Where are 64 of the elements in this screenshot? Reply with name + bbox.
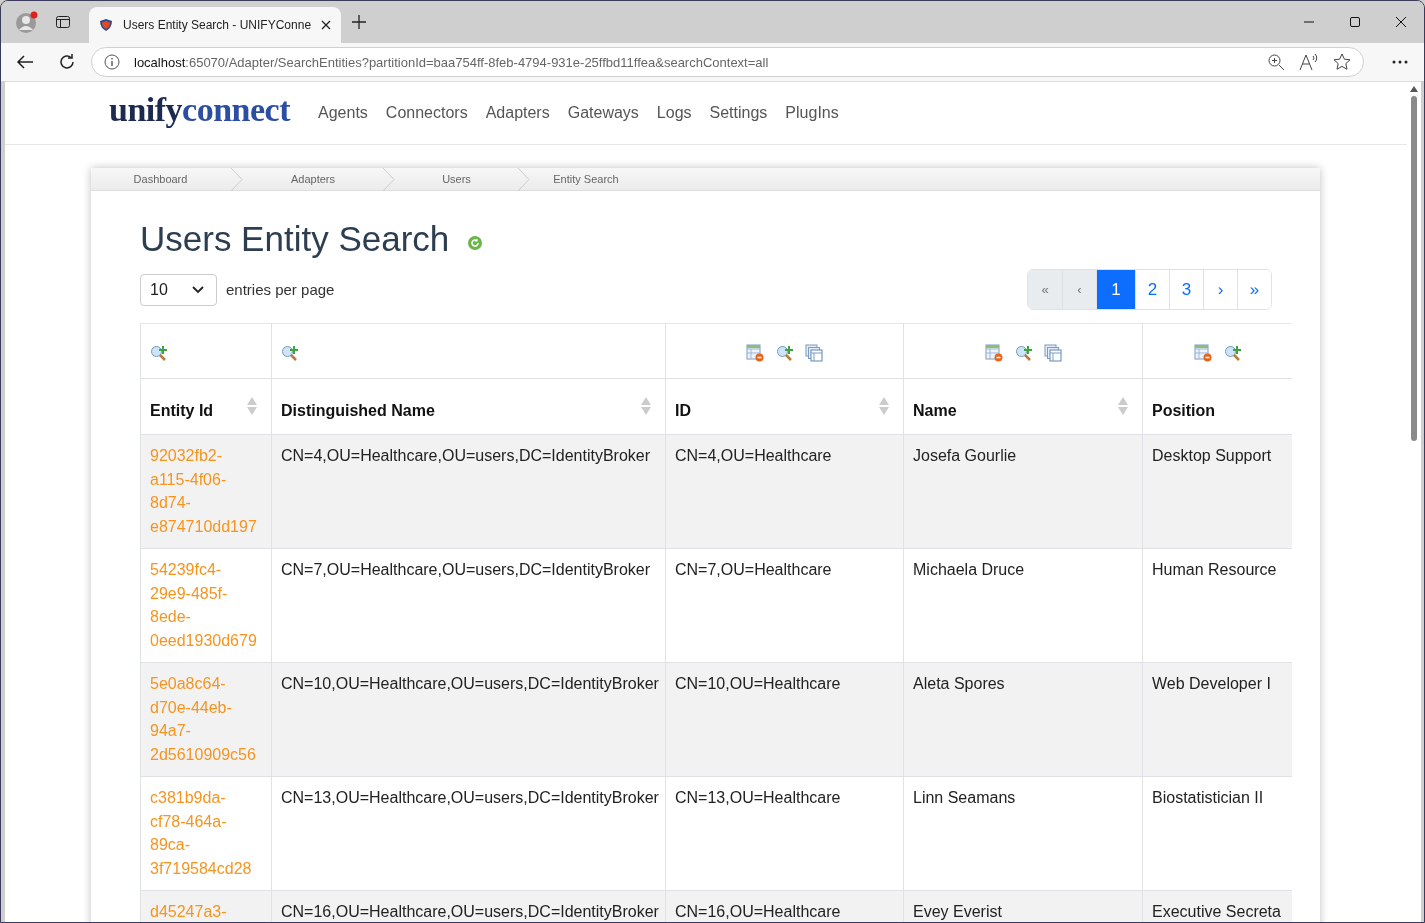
page-button[interactable]: » (1237, 270, 1271, 309)
table-cell: CN=13,OU=Healthcare (665, 776, 904, 891)
breadcrumb-link[interactable]: Entity Search (531, 168, 641, 190)
page-size-select[interactable]: 10 (140, 273, 217, 306)
table-cell: CN=7,OU=Healthcare (665, 548, 904, 663)
breadcrumb-link[interactable]: Users (396, 168, 517, 190)
scroll-up-icon[interactable] (1410, 86, 1418, 92)
close-icon[interactable] (321, 20, 332, 30)
chevron-separator-icon (382, 168, 396, 191)
page-size-label: entries per page (226, 281, 335, 298)
table-cell: CN=4,OU=Healthcare (665, 434, 904, 549)
copy-icon[interactable] (805, 344, 823, 362)
chevron-down-icon (192, 285, 204, 294)
column-header[interactable]: Entity Id (140, 378, 272, 435)
search-plus-icon[interactable] (281, 344, 298, 362)
chevron-separator-icon (230, 168, 244, 191)
table-remove-icon[interactable] (984, 344, 1003, 362)
search-plus-icon[interactable] (1014, 344, 1032, 362)
table-cell: CN=13,OU=Healthcare,OU=users,DC=IdentityBroker (271, 776, 666, 891)
table-cell: CN=10,OU=Healthcare (665, 662, 904, 777)
logo[interactable]: unifyconnect (109, 91, 290, 135)
table-cell: Desktop Support (1142, 434, 1292, 549)
nav-link[interactable]: Connectors (385, 104, 468, 122)
column-header[interactable]: Distinguished Name (271, 378, 666, 435)
nav-link[interactable]: Agents (318, 104, 368, 122)
table-cell: CN=16,OU=Healthcare (665, 890, 904, 922)
table-cell: Biostatistician II (1142, 776, 1292, 891)
chevron-separator-icon (517, 168, 531, 191)
zoom-in-icon[interactable] (1267, 53, 1285, 71)
page-button[interactable]: 1 (1096, 270, 1135, 309)
table-cell: Executive Secreta (1142, 890, 1292, 922)
table-cell: Aleta Spores (903, 662, 1143, 777)
breadcrumb-link[interactable]: Dashboard (91, 168, 230, 190)
column-header[interactable]: ID (665, 378, 904, 435)
info-icon[interactable] (104, 54, 120, 70)
table-cell: Web Developer I (1142, 662, 1292, 777)
table-cell: CN=10,OU=Healthcare,OU=users,DC=IdentityBroker (271, 662, 666, 777)
read-aloud-icon[interactable] (1299, 53, 1319, 71)
browser-tab[interactable]: Users Entity Search - UNIFYConne (89, 7, 342, 43)
table-remove-icon[interactable] (1194, 344, 1212, 362)
table-cell: CN=4,OU=Healthcare,OU=users,DC=IdentityBroker (271, 434, 666, 549)
nav-link[interactable]: PlugIns (785, 104, 839, 122)
table-remove-icon[interactable] (746, 344, 764, 362)
table-cell: CN=7,OU=Healthcare,OU=users,DC=IdentityBroker (271, 548, 666, 663)
nav-link[interactable]: Gateways (567, 104, 639, 122)
table-cell: Josefa Gourlie (903, 434, 1143, 549)
star-icon[interactable] (1333, 53, 1351, 71)
nav-link[interactable]: Logs (656, 104, 692, 122)
copy-icon[interactable] (1043, 344, 1062, 362)
table-cell: Evey Everist (903, 890, 1143, 922)
page-title: Users Entity Search (140, 219, 450, 259)
address-bar[interactable]: localhost:65070/Adapter/SearchEntities?partitionId=baa754ff-8feb-4794-931e-25ffbd11ffea&searchContext=all (91, 47, 1364, 77)
search-plus-icon[interactable] (1224, 344, 1241, 362)
nav-link[interactable]: Settings (709, 104, 768, 122)
column-header[interactable]: Name (903, 378, 1143, 435)
table-cell: Michaela Druce (903, 548, 1143, 663)
shield-icon (99, 18, 113, 32)
breadcrumb-link[interactable]: Adapters (244, 168, 382, 190)
nav-link[interactable]: Adapters (485, 104, 550, 122)
table-cell: CN=16,OU=Healthcare,OU=users,DC=IdentityBroker (271, 890, 666, 922)
table-cell: Linn Seamans (903, 776, 1143, 891)
search-plus-icon[interactable] (776, 344, 793, 362)
table-cell: Human Resource (1142, 548, 1292, 663)
search-plus-icon[interactable] (150, 344, 167, 362)
